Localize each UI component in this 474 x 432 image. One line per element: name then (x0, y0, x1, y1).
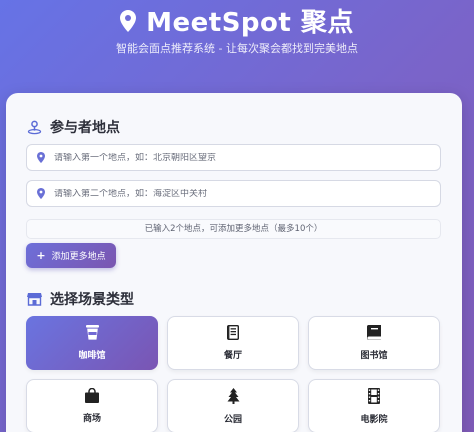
scene-tile-mall[interactable]: 商场 (26, 379, 158, 432)
location-count-hint: 已输入2个地点，可添加更多地点（最多10个） (26, 219, 441, 239)
coffee-cup-icon (85, 325, 99, 340)
participants-title-text: 参与者地点 (50, 120, 120, 136)
participants-section-title: 参与者地点 (26, 117, 120, 137)
scene-tile-restaurant[interactable]: 餐厅 (167, 316, 299, 370)
scenes-title-text: 选择场景类型 (50, 292, 134, 308)
scene-label: 图书馆 (360, 351, 388, 361)
film-icon (368, 387, 380, 404)
page-title: MeetSpot 聚点 (146, 8, 354, 38)
scene-label: 商场 (82, 414, 101, 424)
book-icon (367, 325, 381, 340)
tree-icon (227, 387, 240, 404)
location-input-2[interactable] (26, 180, 441, 207)
location-input-1[interactable] (26, 144, 441, 171)
plus-icon: + (36, 249, 46, 262)
scenes-section-title: 选择场景类型 (26, 289, 134, 309)
scene-tile-cafe[interactable]: 咖啡馆 (26, 316, 158, 370)
scene-label: 电影院 (360, 414, 388, 425)
title-row: MeetSpot 聚点 (0, 2, 474, 39)
scene-tile-park[interactable]: 公园 (167, 379, 299, 432)
add-location-label: 添加更多地点 (51, 252, 106, 262)
page-header: MeetSpot 聚点 智能会面点推荐系统 - 让每次聚会都找到完美地点 (0, 0, 474, 92)
map-pin-icon (37, 184, 45, 203)
location-input-2-field[interactable] (54, 188, 424, 199)
menu-book-icon (227, 325, 239, 340)
location-person-icon (26, 119, 42, 135)
shopping-bag-icon (85, 388, 99, 403)
map-pin-icon (37, 148, 45, 167)
map-pin-icon (120, 9, 137, 32)
main-card: 参与者地点 已输入2个地点，可添加更多地点（最多10个） + 添加更多地点 选择… (6, 93, 462, 432)
page-subtitle: 智能会面点推荐系统 - 让每次聚会都找到完美地点 (116, 42, 358, 55)
scene-tile-library[interactable]: 图书馆 (308, 316, 440, 370)
add-location-button[interactable]: + 添加更多地点 (26, 243, 116, 268)
store-icon (26, 291, 42, 307)
scene-tile-cinema[interactable]: 电影院 (308, 379, 440, 432)
scene-label: 餐厅 (223, 351, 242, 361)
scene-label: 公园 (223, 414, 242, 425)
scene-label: 咖啡馆 (78, 351, 106, 361)
location-input-1-field[interactable] (54, 152, 424, 163)
